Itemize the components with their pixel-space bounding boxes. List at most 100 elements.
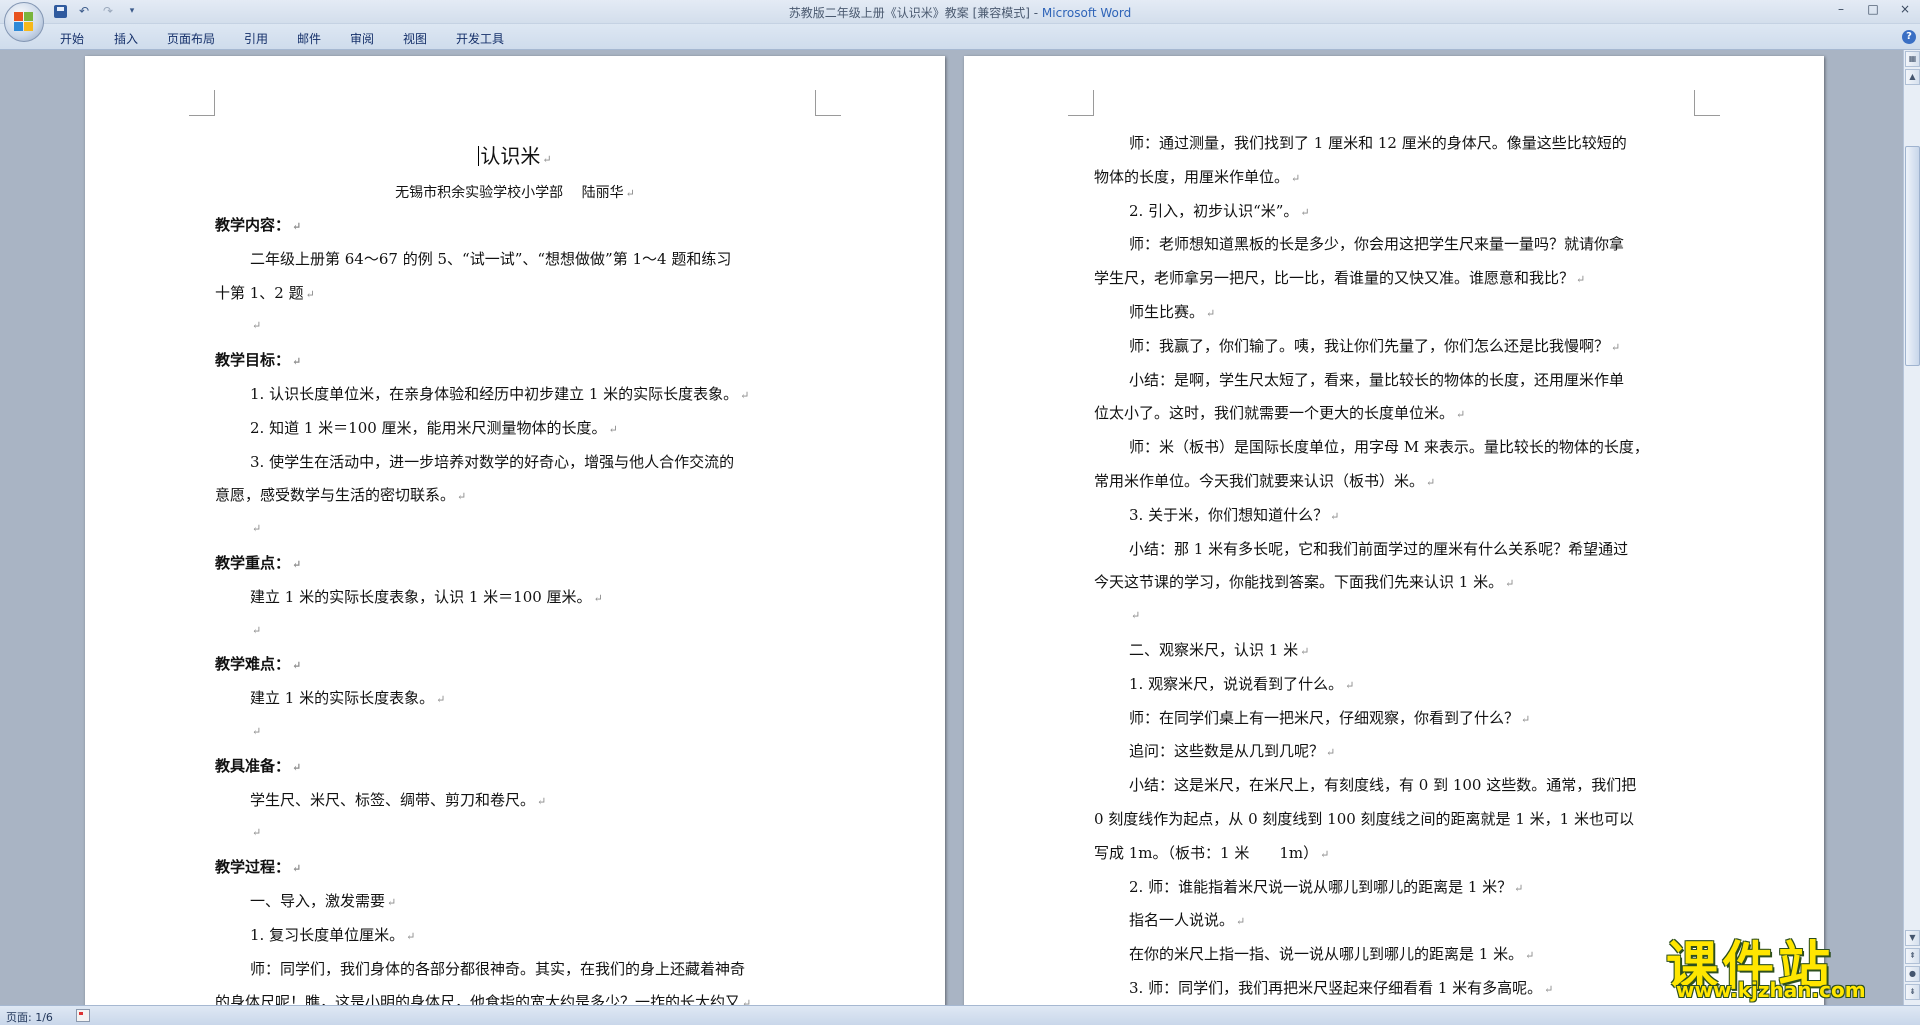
paragraph-line: 的身体尺呢！瞧，这是小明的身体尺，他食指的宽大约是多少？一拃的长大约又 ↵ (215, 991, 751, 1005)
paragraph-mark: ↵ (1521, 712, 1531, 726)
paragraph-mark: ↵ (1326, 746, 1336, 760)
paragraph-line: 在你的米尺上指一指、说一说从哪儿到哪儿的距离是 1 米。 ↵ (1129, 943, 1534, 964)
maximize-button[interactable]: □ (1864, 2, 1882, 16)
next-page-icon[interactable]: ⇟ (1905, 984, 1920, 1000)
paragraph-mark: ↵ (593, 591, 603, 605)
paragraph-mark: ↵ (292, 558, 302, 571)
paragraph-line: 3. 关于米，你们想知道什么？ ↵ (1129, 504, 1339, 525)
paragraph-line: 师：老师想知道黑板的长是多少，你会用这把学生尺来量一量吗？就请你拿 (1129, 233, 1624, 254)
scroll-down-icon[interactable]: ▼ (1905, 930, 1920, 946)
paragraph-line: 2. 知道 1 米＝100 厘米，能用米尺测量物体的长度。 ↵ (250, 417, 618, 438)
paragraph-line: 1. 认识长度单位米，在亲身体验和经历中初步建立 1 米的实际长度表象。 ↵ (250, 383, 749, 404)
line-text: 意愿，感受数学与生活的密切联系。 (215, 486, 456, 505)
paragraph-line: 十第 1、2 题 ↵ (215, 282, 315, 303)
line-text: 教学过程： (215, 858, 291, 877)
scroll-thumb[interactable] (1905, 146, 1920, 366)
paragraph-mark: ↵ (1525, 949, 1535, 963)
crop-mark (189, 90, 215, 116)
scroll-up-icon[interactable]: ▲ (1905, 69, 1920, 85)
window-title-text: 苏教版二年级上册《认识米》教案 [兼容模式] - (788, 6, 1042, 20)
document-area: 认识米 ↵ 无锡市积余实验学校小学部 陆丽华 ↵ 教学内容： ↵ 二年级上册第 64～6… (0, 50, 1903, 1005)
proofing-icon[interactable] (76, 1009, 90, 1022)
tab-insert[interactable]: 插入 (114, 30, 138, 47)
paragraph-mark: ↵ (406, 929, 416, 943)
paragraph-line: 二年级上册第 64～67 的例 5、“试一试”、“想想做做”第 1～4 题和练习 (250, 248, 731, 269)
paragraph-line: 建立 1 米的实际长度表象。 ↵ (250, 687, 445, 708)
paragraph-mark: ↵ (1206, 307, 1216, 320)
tab-home[interactable]: 开始 (60, 30, 84, 47)
tab-developer[interactable]: 开发工具 (456, 30, 504, 47)
paragraph-line: 一、导入，激发需要 ↵ (250, 890, 396, 911)
page-1[interactable]: 认识米 ↵ 无锡市积余实验学校小学部 陆丽华 ↵ 教学内容： ↵ 二年级上册第 64～6… (85, 56, 945, 1005)
paragraph-mark: ↵ (1345, 678, 1355, 692)
section-heading: 教学内容： ↵ (215, 214, 301, 235)
line-text: 学生尺、米尺、标签、绸带、剪刀和卷尺。 (250, 790, 536, 809)
line-text: 2. 师：谁能指着米尺说一说从哪儿到哪儿的距离是 1 米？ (1129, 877, 1513, 896)
document-author-text: 无锡市积余实验学校小学部 陆丽华 (395, 185, 624, 201)
window-controls: – □ × (1832, 2, 1914, 16)
paragraph-line: 0 刻度线作为起点，从 0 刻度线到 100 刻度线之间的距离就是 1 米，1 … (1094, 808, 1634, 829)
window-title-app: Microsoft Word (1041, 6, 1132, 20)
minimize-button[interactable]: – (1832, 2, 1850, 16)
line-text: 物体的长度，用厘米作单位。 (1094, 167, 1290, 186)
line-text: 1. 复习长度单位厘米。 (250, 925, 405, 944)
paragraph-line: 指名一人说说。 ↵ (1129, 909, 1245, 930)
paragraph-line: ↵ (1129, 605, 1140, 623)
paragraph-mark: ↵ (1291, 171, 1301, 185)
document-title: 认识米 ↵ (85, 140, 945, 169)
watermark-url: www.kjzhan.com (1676, 978, 1866, 1002)
paragraph-line: ↵ (250, 315, 261, 333)
paragraph-mark: ↵ (742, 997, 752, 1005)
close-button[interactable]: × (1896, 2, 1914, 16)
tab-view[interactable]: 视图 (403, 30, 427, 47)
ribbon-tabs: 开始 插入 页面布局 引用 邮件 审阅 视图 开发工具 ? (0, 24, 1920, 50)
paragraph-line: ↵ (250, 721, 261, 739)
line-text: 学生尺，老师拿另一把尺，比一比，看谁量的又快又准。谁愿意和我比？ (1094, 269, 1575, 288)
line-text: 位太小了。这时，我们就需要一个更大的长度单位米。 (1094, 404, 1455, 423)
paragraph-mark: ↵ (252, 725, 262, 738)
paragraph-line: 位太小了。这时，我们就需要一个更大的长度单位米。 ↵ (1094, 402, 1465, 423)
paragraph-mark: ↵ (542, 153, 552, 166)
vertical-scrollbar[interactable]: ▦ ▲ ▼ ⇞ ● ⇟ (1903, 50, 1920, 1005)
previous-page-icon[interactable]: ⇞ (1905, 948, 1920, 964)
section-heading: 教具准备： ↵ (215, 755, 301, 776)
page-2[interactable]: 师：通过测量，我们找到了 1 厘米和 12 厘米的身体尺。像量这些比较短的 物体的… (964, 56, 1824, 1005)
browse-object-icon[interactable]: ● (1905, 966, 1920, 982)
help-icon[interactable]: ? (1902, 30, 1916, 44)
paragraph-mark: ↵ (608, 422, 618, 436)
document-author: 无锡市积余实验学校小学部 陆丽华 ↵ (85, 182, 945, 202)
paragraph-mark: ↵ (252, 826, 262, 840)
paragraph-mark: ↵ (252, 623, 262, 637)
paragraph-mark: ↵ (537, 794, 547, 808)
section-heading: 教学目标： ↵ (215, 349, 301, 370)
paragraph-line: 师生比赛。 ↵ (1129, 301, 1215, 322)
paragraph-mark: ↵ (457, 490, 467, 504)
paragraph-line: ↵ (250, 822, 261, 840)
line-text: 1. 认识长度单位米，在亲身体验和经历中初步建立 1 米的实际长度表象。 (250, 385, 739, 403)
tab-page-layout[interactable]: 页面布局 (167, 30, 215, 47)
paragraph-line: 二、观察米尺，认识 1 米 ↵ (1129, 639, 1309, 660)
line-text: 十第 1、2 题 (215, 283, 304, 302)
paragraph-line: 师：我赢了，你们输了。咦，我让你们先量了，你们怎么还是比我慢啊？ ↵ (1129, 335, 1620, 356)
line-text: 教具准备： (215, 756, 291, 775)
paragraph-mark: ↵ (1330, 509, 1340, 523)
paragraph-line: 1. 复习长度单位厘米。 ↵ (250, 924, 415, 945)
tab-references[interactable]: 引用 (244, 30, 268, 47)
paragraph-mark: ↵ (1544, 983, 1554, 996)
paragraph-mark: ↵ (740, 389, 750, 402)
page-indicator[interactable]: 页面: 1/6 (6, 1009, 53, 1025)
office-button[interactable] (4, 2, 44, 42)
watermark: 课件站 www.kjzhan.com (1666, 924, 1906, 1004)
paragraph-mark: ↵ (436, 693, 446, 707)
paragraph-line: 建立 1 米的实际长度表象，认识 1 米＝100 厘米。 ↵ (250, 586, 603, 607)
ruler-toggle-icon[interactable]: ▦ (1905, 51, 1920, 67)
paragraph-mark: ↵ (292, 862, 302, 876)
paragraph-line: 3. 使学生在活动中，进一步培养对数学的好奇心，增强与他人合作交流的 (250, 451, 734, 472)
title-bar: ↶ ↷ ▾ 苏教版二年级上册《认识米》教案 [兼容模式] - Microsoft… (0, 0, 1920, 24)
line-text: 追问：这些数是从几到几呢？ (1129, 742, 1325, 761)
paragraph-mark: ↵ (292, 355, 302, 369)
line-text: 写成 1m。（板书：1 米 1m） (1094, 843, 1319, 862)
tab-mailings[interactable]: 邮件 (297, 30, 321, 47)
tab-review[interactable]: 审阅 (350, 30, 374, 47)
line-text: 师：米（板书）是国际长度单位，用字母 M 来表示。量比较长的物体的长度， (1129, 438, 1649, 457)
